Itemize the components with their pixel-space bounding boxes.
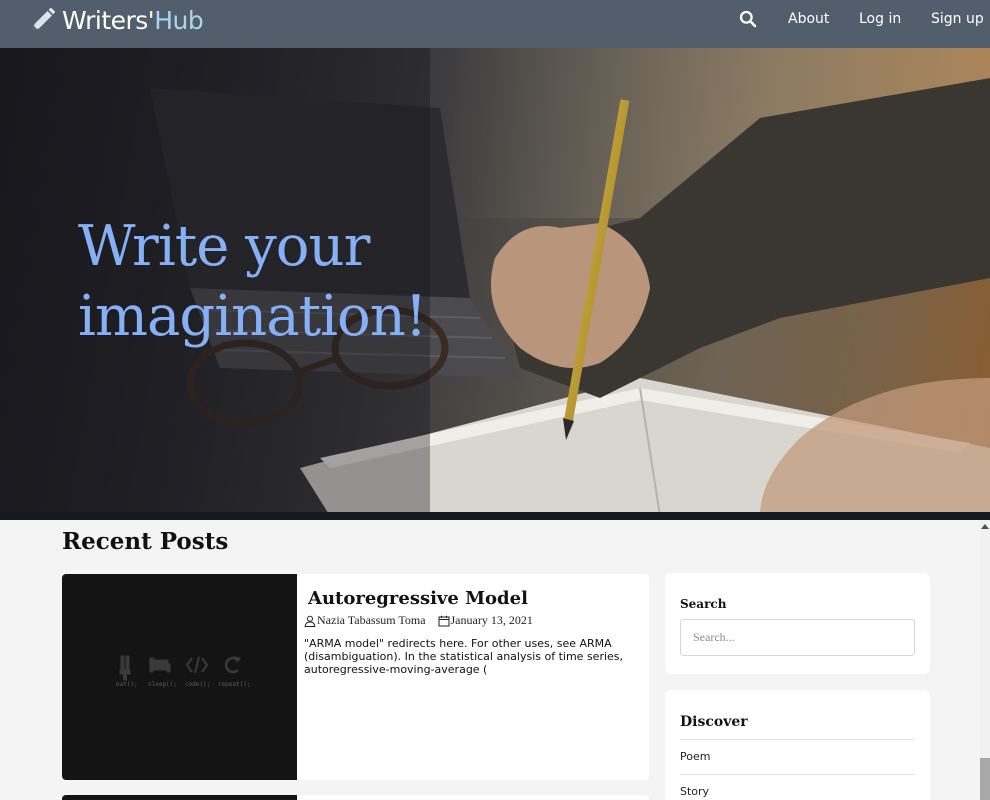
sidebar-search-widget: Search (665, 573, 930, 674)
scrollbar-thumb[interactable] (980, 758, 990, 800)
thumb-label-sleep: sleep(); (148, 681, 177, 688)
thumb-label-repeat: repeat(); (218, 681, 251, 688)
discover-item-story[interactable]: Story (680, 785, 709, 798)
brand-name: Writers'Hub (62, 5, 204, 35)
scroll-up-arrow-icon[interactable] (981, 524, 989, 529)
page-scrollbar[interactable] (980, 520, 990, 800)
nav-signup-link[interactable]: Sign up (931, 11, 984, 27)
search-icon[interactable] (739, 10, 757, 28)
recent-posts-title: Recent Posts (62, 528, 229, 555)
post-author: Nazia Tabassum Toma (317, 613, 426, 627)
discover-item-poem[interactable]: Poem (680, 750, 710, 763)
nav-about-link[interactable]: About (788, 11, 829, 27)
pencil-icon (33, 7, 56, 30)
divider (680, 774, 915, 775)
post-title-link[interactable]: Autoregressive Model (308, 588, 528, 609)
sidebar-discover-widget: Discover Poem Story (665, 690, 930, 800)
hero-banner: Write your imagination! (0, 48, 990, 516)
brand-logo-link[interactable]: Writers'Hub (30, 4, 204, 36)
discover-title: Discover (680, 714, 748, 730)
hero-headline: Write your imagination! (78, 212, 427, 352)
sidebar-search-input[interactable] (680, 619, 915, 656)
nav-login-link[interactable]: Log in (859, 11, 901, 27)
thumb-label-eat: eat(); (116, 681, 138, 688)
post-date: January 13, 2021 (450, 613, 533, 627)
brand-name-hub: Hub (154, 5, 204, 35)
top-navbar: Writers'Hub About Log in Sign up (0, 0, 990, 48)
post-thumbnail[interactable]: eat(); sleep(); code(); repeat(); (62, 574, 297, 780)
post-thumbnail[interactable] (62, 795, 297, 800)
hero-bottom-divider (0, 512, 990, 520)
divider (680, 739, 915, 740)
sidebar-search-label: Search (680, 597, 727, 611)
post-card[interactable] (62, 795, 649, 800)
thumb-label-code: code(); (185, 681, 210, 688)
post-meta: Nazia Tabassum Toma January 13, 2021 (304, 613, 533, 628)
post-excerpt: "ARMA model" redirects here. For other u… (304, 637, 624, 676)
calendar-icon (438, 615, 450, 626)
eat-sleep-code-repeat-illustration: eat(); sleep(); code(); repeat(); (116, 655, 251, 688)
user-icon (304, 615, 316, 627)
post-card[interactable]: eat(); sleep(); code(); repeat(); Autore… (62, 574, 649, 780)
hero-line-2: imagination! (78, 284, 427, 349)
brand-name-main: Writers' (62, 5, 155, 35)
hero-line-1: Write your (78, 214, 370, 279)
